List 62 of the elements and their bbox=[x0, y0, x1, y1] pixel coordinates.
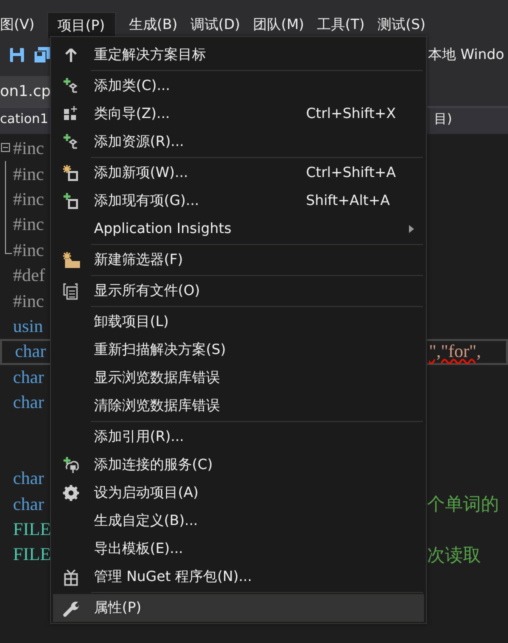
code-text: char bbox=[13, 366, 44, 387]
menu-item[interactable]: 新建筛选器(F) bbox=[53, 246, 424, 274]
menu-item[interactable]: Application Insights bbox=[53, 215, 424, 243]
settings-icon bbox=[63, 484, 80, 502]
menu-item[interactable]: 卸载项目(L) bbox=[53, 308, 424, 336]
menu-item[interactable]: 添加引用(R)... bbox=[53, 423, 424, 451]
code-text: char bbox=[13, 468, 44, 488]
wrench-icon bbox=[63, 600, 80, 616]
menu-item[interactable]: 导出模板(E)... bbox=[53, 535, 424, 563]
menu-item[interactable]: 属性(P) bbox=[53, 594, 424, 622]
code-text: #inc bbox=[13, 214, 44, 234]
shortcut-text: Ctrl+Shift+A bbox=[306, 165, 396, 181]
add-class-icon bbox=[63, 134, 80, 150]
menu-item[interactable]: 清除浏览数据库错误 bbox=[53, 392, 424, 420]
menu-item[interactable]: 重定解决方案目标 bbox=[53, 41, 424, 69]
menu-bar-item[interactable]: 调试(D) bbox=[190, 12, 240, 38]
save-all-icon[interactable] bbox=[34, 46, 51, 64]
new-folder-icon bbox=[63, 252, 80, 268]
class-wizard-icon bbox=[63, 106, 80, 122]
code-text: #inc bbox=[13, 290, 44, 311]
code-text: FILE bbox=[13, 519, 51, 540]
menu-item[interactable]: 设为启动项目(A) bbox=[53, 479, 424, 507]
code-text: ","for", bbox=[429, 341, 482, 362]
new-item-icon bbox=[63, 164, 80, 182]
code-text: #inc bbox=[13, 240, 44, 260]
copy-document-icon bbox=[63, 282, 80, 300]
menu-item[interactable]: 显示浏览数据库错误 bbox=[53, 364, 424, 392]
code-comment: 次读取 bbox=[427, 544, 481, 565]
menu-item[interactable]: 添加新项(W)... Ctrl+Shift+A bbox=[53, 159, 424, 187]
menu-item[interactable]: 添加现有项(G)... Shift+Alt+A bbox=[53, 187, 424, 215]
code-comment: 个单词的 bbox=[427, 494, 499, 514]
shortcut-text: Ctrl+Shift+X bbox=[306, 106, 396, 122]
code-text: char bbox=[13, 494, 44, 514]
add-connection-icon bbox=[63, 456, 80, 474]
menu-bar-item[interactable]: 工具(T) bbox=[317, 12, 365, 38]
code-text: #inc bbox=[13, 164, 44, 184]
menu-bar-item[interactable]: 测试(S) bbox=[378, 12, 426, 38]
code-text: char bbox=[13, 392, 44, 412]
scope-dropdown[interactable]: 目) bbox=[430, 108, 508, 134]
project-dropdown[interactable]: cation1 bbox=[0, 108, 52, 134]
debug-target-label[interactable]: 本地 Windo bbox=[428, 46, 508, 64]
menu-item[interactable]: 重新扫描解决方案(S) bbox=[53, 336, 424, 364]
gift-box-icon bbox=[63, 568, 80, 586]
menu-item[interactable]: 显示所有文件(O) bbox=[53, 277, 424, 305]
shortcut-text: Shift+Alt+A bbox=[306, 193, 390, 209]
code-text: #def bbox=[13, 265, 45, 286]
menu-bar-item[interactable]: 团队(M) bbox=[253, 12, 304, 38]
code-text: usin bbox=[13, 316, 44, 336]
menu-bar-item[interactable]: 生成(B) bbox=[128, 12, 178, 38]
add-item-icon bbox=[63, 192, 80, 210]
add-class-icon bbox=[63, 78, 80, 94]
menu-item[interactable]: 添加资源(R)... bbox=[53, 128, 424, 156]
menu-item[interactable]: 管理 NuGet 程序包(N)... bbox=[53, 563, 424, 591]
code-text: FILE bbox=[13, 544, 51, 564]
code-text: char bbox=[15, 341, 46, 362]
code-text: #inc bbox=[13, 188, 44, 209]
menu-bar-item[interactable]: 项目(P) bbox=[46, 12, 116, 38]
menu-item[interactable]: 添加连接的服务(C) bbox=[53, 451, 424, 479]
collapse-icon[interactable] bbox=[1, 143, 10, 152]
menu-item[interactable]: 生成自定义(B)... bbox=[53, 507, 424, 535]
code-text: #inc bbox=[13, 138, 44, 158]
menu-bar-item[interactable]: 图(V) bbox=[0, 12, 35, 38]
